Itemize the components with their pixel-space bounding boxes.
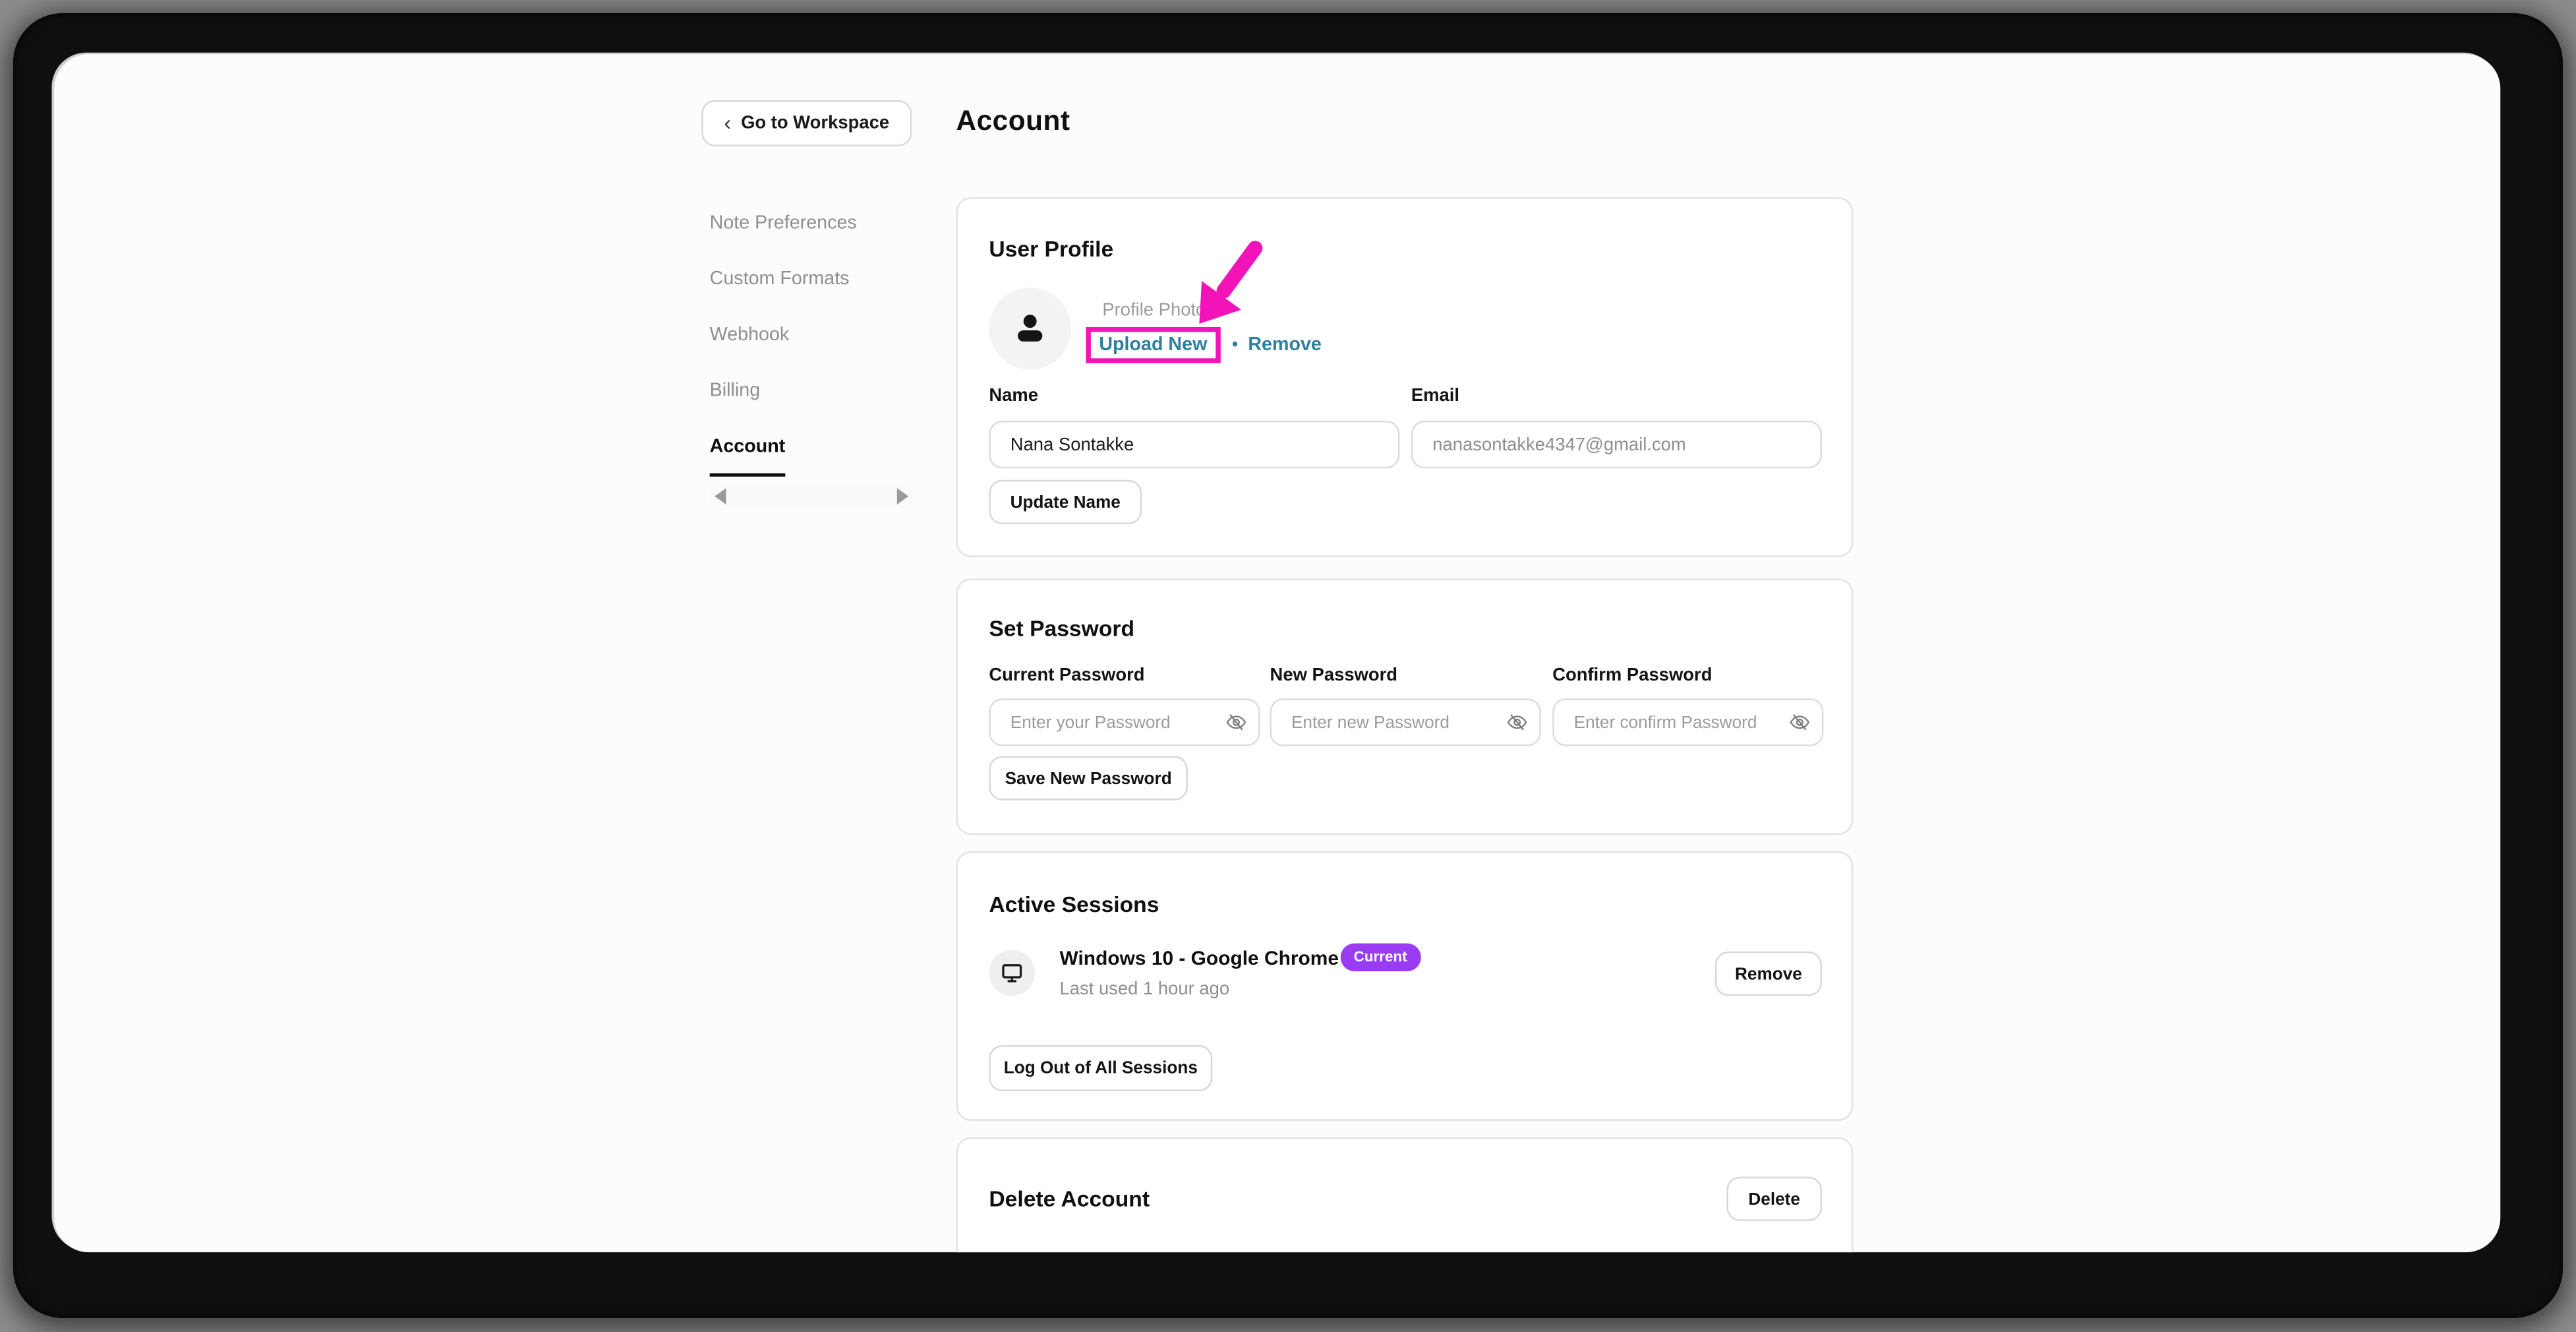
eye-off-icon[interactable] xyxy=(1506,711,1527,733)
link-separator: • xyxy=(1232,334,1239,354)
session-name: Windows 10 - Google Chrome xyxy=(1060,947,1339,970)
user-profile-card: User Profile Profile Photo Upload New • … xyxy=(956,197,1854,557)
active-sessions-card: Active Sessions Windows 10 - Google Chro… xyxy=(956,851,1854,1121)
session-row xyxy=(989,950,1035,996)
delete-account-button[interactable]: Delete xyxy=(1726,1176,1822,1221)
set-password-card: Set Password Current Password New Passwo… xyxy=(956,578,1854,835)
update-name-button[interactable]: Update Name xyxy=(989,480,1142,524)
sidebar-item-account[interactable]: Account xyxy=(710,437,786,477)
viewport: ‹ Go to Workspace Account Note Preferenc… xyxy=(0,0,2576,1332)
sidebar-scrollbar[interactable] xyxy=(710,483,914,510)
confirm-password-input[interactable] xyxy=(1552,698,1823,746)
save-new-password-button[interactable]: Save New Password xyxy=(989,756,1188,800)
confirm-password-field xyxy=(1552,698,1823,746)
profile-photo-label: Profile Photo xyxy=(1102,301,1206,320)
app-window: ‹ Go to Workspace Account Note Preferenc… xyxy=(54,54,2500,1252)
new-password-field xyxy=(1270,698,1541,746)
confirm-password-label: Confirm Password xyxy=(1552,665,1712,685)
user-profile-title: User Profile xyxy=(989,237,1113,261)
scroll-left-icon[interactable] xyxy=(715,488,726,504)
annotation-highlight-box: Upload New xyxy=(1086,326,1220,363)
scroll-right-icon[interactable] xyxy=(897,488,908,504)
avatar xyxy=(989,288,1071,370)
person-icon xyxy=(1010,309,1050,349)
delete-account-title: Delete Account xyxy=(989,1186,1150,1211)
settings-sidebar: Note Preferences Custom Formats Webhook … xyxy=(710,214,857,477)
monitor-icon xyxy=(999,960,1025,986)
sidebar-item-custom-formats[interactable]: Custom Formats xyxy=(710,270,857,291)
sidebar-item-webhook[interactable]: Webhook xyxy=(710,325,857,346)
email-input[interactable] xyxy=(1411,421,1822,468)
go-to-workspace-label: Go to Workspace xyxy=(741,113,889,133)
current-session-badge: Current xyxy=(1341,944,1420,971)
active-sessions-title: Active Sessions xyxy=(989,892,1159,917)
delete-account-card: Delete Account Delete xyxy=(956,1137,1854,1252)
annotation-arrow-icon xyxy=(1186,238,1265,337)
sidebar-item-note-preferences[interactable]: Note Preferences xyxy=(710,214,857,235)
photo-actions: Upload New • Remove xyxy=(1086,324,1321,365)
session-last-used: Last used 1 hour ago xyxy=(1060,979,1230,999)
eye-off-icon[interactable] xyxy=(1225,711,1246,733)
name-input[interactable] xyxy=(989,421,1399,468)
upload-new-link[interactable]: Upload New xyxy=(1099,334,1207,354)
page-title: Account xyxy=(956,106,1070,138)
go-to-workspace-button[interactable]: ‹ Go to Workspace xyxy=(701,100,912,146)
set-password-title: Set Password xyxy=(989,617,1134,641)
new-password-input[interactable] xyxy=(1270,698,1541,746)
sidebar-item-billing[interactable]: Billing xyxy=(710,381,857,402)
chevron-left-icon: ‹ xyxy=(724,111,731,133)
logout-all-sessions-button[interactable]: Log Out of All Sessions xyxy=(989,1045,1212,1091)
eye-off-icon[interactable] xyxy=(1789,711,1810,733)
remove-session-button[interactable]: Remove xyxy=(1715,952,1822,996)
new-password-label: New Password xyxy=(1270,665,1398,685)
name-label: Name xyxy=(989,386,1038,406)
email-label: Email xyxy=(1411,386,1459,406)
current-password-label: Current Password xyxy=(989,665,1144,685)
remove-photo-link[interactable]: Remove xyxy=(1248,334,1322,354)
current-password-field xyxy=(989,698,1260,746)
current-password-input[interactable] xyxy=(989,698,1260,746)
